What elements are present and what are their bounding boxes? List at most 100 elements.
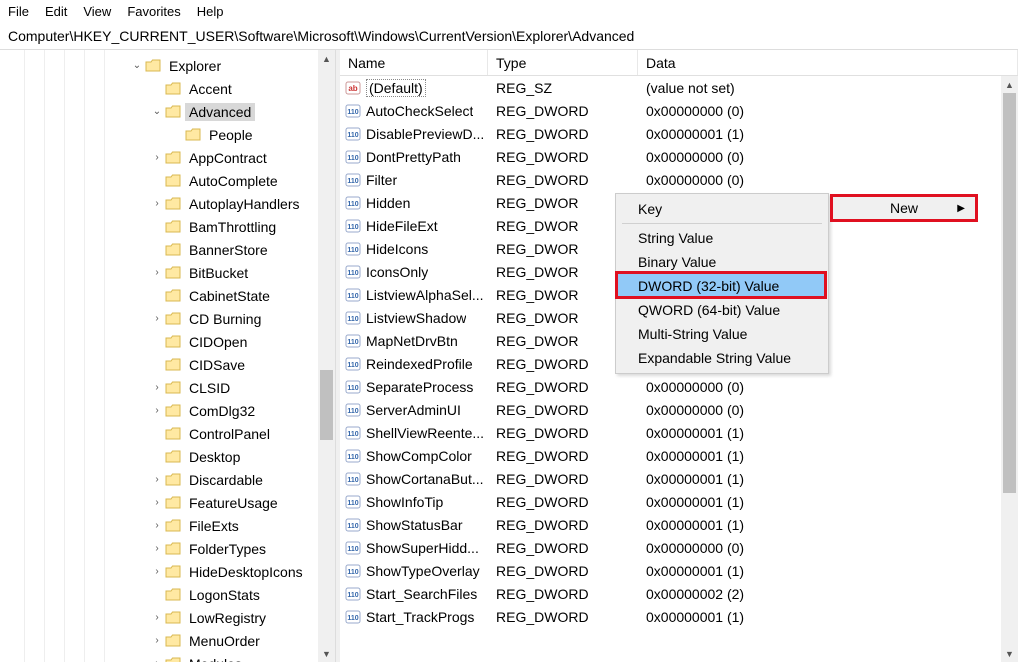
tree-caret-icon[interactable]: ›	[150, 313, 164, 324]
tree-item[interactable]: Accent	[0, 77, 335, 100]
tree-item[interactable]: ›CD Burning	[0, 307, 335, 330]
context-item[interactable]: DWORD (32-bit) Value	[618, 274, 826, 298]
folder-icon	[164, 449, 182, 465]
context-item[interactable]: Binary Value	[618, 250, 826, 274]
tree-item[interactable]: ›CLSID	[0, 376, 335, 399]
context-item[interactable]: Expandable String Value	[618, 346, 826, 370]
value-name: MapNetDrvBtn	[366, 333, 458, 349]
value-data: 0x00000000 (0)	[638, 149, 1018, 165]
value-row[interactable]: 110ShowTypeOverlayREG_DWORD0x00000001 (1…	[340, 559, 1018, 582]
tree-item[interactable]: ⌄Advanced	[0, 100, 335, 123]
tree-item[interactable]: ›FolderTypes	[0, 537, 335, 560]
tree-item[interactable]: BannerStore	[0, 238, 335, 261]
tree-caret-icon[interactable]: ›	[150, 612, 164, 623]
context-item[interactable]: QWORD (64-bit) Value	[618, 298, 826, 322]
folder-icon	[164, 403, 182, 419]
tree-item-label: LogonStats	[185, 586, 264, 604]
tree-item[interactable]: ⌄Explorer	[0, 54, 335, 77]
value-row[interactable]: 110Start_SearchFilesREG_DWORD0x00000002 …	[340, 582, 1018, 605]
tree-item[interactable]: CIDSave	[0, 353, 335, 376]
menu-view[interactable]: View	[83, 4, 111, 19]
column-data[interactable]: Data	[638, 50, 1018, 75]
tree-caret-icon[interactable]: ›	[150, 497, 164, 508]
tree-item-label: ComDlg32	[185, 402, 259, 420]
values-scrollbar[interactable]: ▲ ▼	[1001, 76, 1018, 662]
tree-caret-icon[interactable]: ›	[150, 382, 164, 393]
value-row[interactable]: 110DisablePreviewD...REG_DWORD0x00000001…	[340, 122, 1018, 145]
value-row[interactable]: 110ShowInfoTipREG_DWORD0x00000001 (1)	[340, 490, 1018, 513]
tree-item[interactable]: AutoComplete	[0, 169, 335, 192]
value-icon: ab	[344, 79, 362, 97]
tree-caret-icon[interactable]: ›	[150, 566, 164, 577]
tree-caret-icon[interactable]: ›	[150, 267, 164, 278]
value-row[interactable]: 110ServerAdminUIREG_DWORD0x00000000 (0)	[340, 398, 1018, 421]
value-data: 0x00000001 (1)	[638, 517, 1018, 533]
menu-help[interactable]: Help	[197, 4, 224, 19]
value-data: 0x00000001 (1)	[638, 609, 1018, 625]
value-row[interactable]: 110Start_TrackProgsREG_DWORD0x00000001 (…	[340, 605, 1018, 628]
svg-text:110: 110	[347, 270, 358, 277]
tree-item[interactable]: ›FileExts	[0, 514, 335, 537]
value-row[interactable]: 110DontPrettyPathREG_DWORD0x00000000 (0)	[340, 145, 1018, 168]
tree-item[interactable]: ›MenuOrder	[0, 629, 335, 652]
value-row[interactable]: 110ShowSuperHidd...REG_DWORD0x00000000 (…	[340, 536, 1018, 559]
column-type[interactable]: Type	[488, 50, 638, 75]
value-row[interactable]: 110ShowStatusBarREG_DWORD0x00000001 (1)	[340, 513, 1018, 536]
tree-caret-icon[interactable]: ›	[150, 658, 164, 662]
tree-item[interactable]: CabinetState	[0, 284, 335, 307]
tree-item[interactable]: CIDOpen	[0, 330, 335, 353]
value-row[interactable]: 110ShellViewReente...REG_DWORD0x00000001…	[340, 421, 1018, 444]
tree-item[interactable]: › ComDlg32	[0, 399, 335, 422]
tree-caret-icon[interactable]: ›	[150, 198, 164, 209]
tree-item[interactable]: ›Discardable	[0, 468, 335, 491]
tree-item[interactable]: BamThrottling	[0, 215, 335, 238]
value-row[interactable]: 110FilterREG_DWORD0x00000000 (0)	[340, 168, 1018, 191]
value-row[interactable]: 110ShowCortanaBut...REG_DWORD0x00000001 …	[340, 467, 1018, 490]
tree-caret-icon[interactable]: ⌄	[150, 106, 164, 117]
menu-edit[interactable]: Edit	[45, 4, 67, 19]
svg-text:110: 110	[347, 201, 358, 208]
tree-pane: ⌄ExplorerAccent⌄AdvancedPeople›AppContra…	[0, 50, 336, 662]
value-data: 0x00000000 (0)	[638, 103, 1018, 119]
menu-favorites[interactable]: Favorites	[127, 4, 180, 19]
tree-item[interactable]: Desktop	[0, 445, 335, 468]
value-row[interactable]: 110AutoCheckSelectREG_DWORD0x00000000 (0…	[340, 99, 1018, 122]
tree-item[interactable]: ›AppContract	[0, 146, 335, 169]
tree-item-label: HideDesktopIcons	[185, 563, 307, 581]
tree-caret-icon[interactable]: ›	[150, 543, 164, 554]
menu-file[interactable]: File	[8, 4, 29, 19]
value-name: ListviewAlphaSel...	[366, 287, 484, 303]
tree-item-label: AutoComplete	[185, 172, 282, 190]
value-name: ShowInfoTip	[366, 494, 443, 510]
tree-caret-icon[interactable]: ⌄	[130, 60, 144, 71]
tree-caret-icon[interactable]: ›	[150, 520, 164, 531]
columns-header[interactable]: Name Type Data	[340, 50, 1018, 76]
value-row[interactable]: 110SeparateProcessREG_DWORD0x00000000 (0…	[340, 375, 1018, 398]
tree-caret-icon[interactable]: ›	[150, 405, 164, 416]
tree-item[interactable]: People	[0, 123, 335, 146]
tree-caret-icon[interactable]: ›	[150, 635, 164, 646]
context-item[interactable]: String Value	[618, 226, 826, 250]
svg-text:110: 110	[347, 316, 358, 323]
tree-caret-icon[interactable]: ›	[150, 474, 164, 485]
tree-item[interactable]: ControlPanel	[0, 422, 335, 445]
value-type: REG_DWORD	[488, 402, 638, 418]
tree-item[interactable]: ›Modules	[0, 652, 335, 662]
tree-caret-icon[interactable]: ›	[150, 152, 164, 163]
tree-item[interactable]: › HideDesktopIcons	[0, 560, 335, 583]
tree-item[interactable]: ›FeatureUsage	[0, 491, 335, 514]
value-icon: 110	[344, 378, 362, 396]
tree-item[interactable]: ›AutoplayHandlers	[0, 192, 335, 215]
tree-item[interactable]: ›BitBucket	[0, 261, 335, 284]
value-row[interactable]: 110ShowCompColorREG_DWORD0x00000001 (1)	[340, 444, 1018, 467]
value-row[interactable]: ab(Default)REG_SZ(value not set)	[340, 76, 1018, 99]
address-bar[interactable]: Computer\HKEY_CURRENT_USER\Software\Micr…	[0, 23, 1018, 50]
tree-item[interactable]: ›LowRegistry	[0, 606, 335, 629]
context-item[interactable]: Multi-String Value	[618, 322, 826, 346]
context-menu-new[interactable]: New ▶	[830, 194, 978, 222]
column-name[interactable]: Name	[340, 50, 488, 75]
tree-item[interactable]: LogonStats	[0, 583, 335, 606]
folder-icon	[164, 541, 182, 557]
context-item[interactable]: Key	[618, 197, 826, 221]
tree-scrollbar[interactable]: ▲ ▼	[318, 50, 335, 662]
